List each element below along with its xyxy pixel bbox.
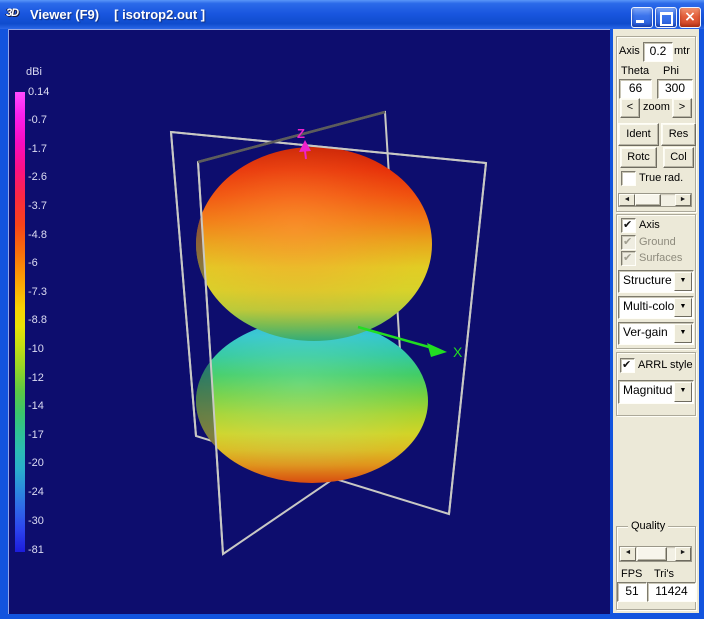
quality-slider-thumb[interactable] — [637, 547, 667, 561]
tick-label: -81 — [28, 544, 44, 556]
arrl-style-label: ARRL style — [638, 359, 693, 371]
fps-label: FPS — [621, 568, 642, 580]
quality-slider[interactable]: ◄ ► — [619, 546, 692, 562]
color-scale-unit: dBi — [26, 66, 42, 78]
tick-label: -2.6 — [28, 171, 47, 183]
zoom-label: zoom — [643, 101, 670, 113]
arrl-style-checkbox[interactable]: ✔ — [620, 358, 635, 373]
check-icon: ✔ — [623, 251, 632, 264]
control-panel: Axis 0.2 mtr Theta Phi 66 300 < zoom > I… — [613, 29, 699, 613]
chevron-down-icon[interactable]: ▼ — [674, 272, 692, 291]
ground-checkbox[interactable]: ✔ — [621, 235, 636, 250]
phi-field[interactable]: 300 — [657, 79, 693, 99]
chevron-down-icon[interactable]: ▼ — [674, 298, 692, 317]
maximize-icon — [660, 12, 673, 26]
tick-label: -3.7 — [28, 200, 47, 212]
tick-label: -7.3 — [28, 286, 47, 298]
surfaces-checkbox[interactable]: ✔ — [621, 251, 636, 266]
tick-label: 0.14 — [28, 86, 49, 98]
tick-label: -6 — [28, 257, 38, 269]
tris-label: Tri's — [654, 568, 674, 580]
check-icon: ✔ — [622, 358, 631, 371]
res-button[interactable]: Res — [661, 123, 696, 146]
chevron-down-icon[interactable]: ▼ — [674, 324, 692, 343]
axis-unit-label: mtr — [674, 45, 690, 57]
tris-value-field: 11424 — [647, 582, 696, 602]
slider-right-arrow-icon[interactable]: ► — [675, 547, 691, 561]
quality-label: Quality — [628, 520, 668, 532]
tick-label: -1.7 — [28, 143, 47, 155]
theta-label: Theta — [621, 65, 649, 77]
fps-value-field: 51 — [617, 582, 647, 602]
axis-length-label: Axis — [619, 45, 640, 57]
slider-right-arrow-icon[interactable]: ► — [675, 194, 691, 206]
structure-dropdown[interactable]: Structure ▼ — [618, 270, 694, 293]
close-button[interactable]: × — [679, 7, 701, 28]
structure-dropdown-value: Structure — [623, 273, 672, 287]
axis-checkbox-label: Axis — [639, 219, 660, 231]
zoom-in-button[interactable]: > — [672, 98, 692, 118]
z-axis-label: Z — [297, 126, 305, 141]
gain-mode-dropdown[interactable]: Ver-gain ▼ — [618, 322, 694, 345]
lower-lobe-highlight — [196, 319, 428, 483]
x-axis-label: X — [453, 344, 463, 360]
tick-label: -20 — [28, 457, 44, 469]
tick-label: -14 — [28, 400, 44, 412]
surfaces-checkbox-label: Surfaces — [639, 252, 682, 264]
maximize-button[interactable] — [655, 7, 677, 28]
slider-left-arrow-icon[interactable]: ◄ — [620, 547, 636, 561]
tick-label: -4.8 — [28, 229, 47, 241]
zoom-out-button[interactable]: < — [620, 98, 640, 118]
tick-label: -12 — [28, 372, 44, 384]
color-scale-bar — [15, 92, 25, 552]
magnitude-dropdown[interactable]: Magnitud ▼ — [618, 380, 694, 404]
magnitude-dropdown-value: Magnitud — [623, 383, 672, 397]
color-mode-dropdown[interactable]: Multi-colo ▼ — [618, 296, 694, 319]
viewer-window: { "window": { "icon_label": "3D", "title… — [0, 0, 704, 619]
rad-slider[interactable]: ◄ ► — [618, 193, 692, 207]
rad-slider-thumb[interactable] — [635, 194, 661, 206]
tick-label: -8.8 — [28, 314, 47, 326]
slider-left-arrow-icon[interactable]: ◄ — [619, 194, 635, 206]
ident-button[interactable]: Ident — [618, 123, 659, 146]
upper-lobe-highlight — [196, 147, 432, 341]
chevron-down-icon[interactable]: ▼ — [674, 382, 692, 402]
phi-label: Phi — [663, 65, 679, 77]
app-icon: 3D — [6, 7, 24, 23]
axis-checkbox[interactable]: ✔ — [621, 218, 636, 233]
col-button[interactable]: Col — [663, 147, 694, 168]
tick-label: -10 — [28, 343, 44, 355]
minimize-icon — [636, 20, 644, 23]
radiation-pattern-scene: dBi 0.14 -0.7 -1.7 -2.6 -3.7 -4.8 -6 -7.… — [9, 30, 610, 614]
check-icon: ✔ — [623, 235, 632, 248]
gain-mode-dropdown-value: Ver-gain — [623, 325, 668, 339]
tick-label: -24 — [28, 486, 44, 498]
tick-label: -30 — [28, 515, 44, 527]
check-icon: ✔ — [623, 218, 632, 231]
window-title-file: [ isotrop2.out ] — [114, 7, 205, 22]
theta-field[interactable]: 66 — [619, 79, 652, 99]
window-title: Viewer (F9) — [30, 7, 99, 22]
rotc-button[interactable]: Rotc — [620, 147, 657, 168]
axis-length-field[interactable]: 0.2 — [643, 42, 673, 62]
ground-checkbox-label: Ground — [639, 236, 676, 248]
title-bar[interactable]: 3D Viewer (F9) [ isotrop2.out ] × — [0, 0, 704, 29]
tick-label: -0.7 — [28, 114, 47, 126]
tick-label: -17 — [28, 429, 44, 441]
viewport-3d[interactable]: dBi 0.14 -0.7 -1.7 -2.6 -3.7 -4.8 -6 -7.… — [8, 29, 610, 614]
true-rad-checkbox[interactable] — [621, 171, 636, 186]
close-icon: × — [680, 8, 700, 27]
true-rad-label: True rad. — [639, 172, 683, 184]
minimize-button[interactable] — [631, 7, 653, 28]
color-mode-dropdown-value: Multi-colo — [623, 299, 674, 313]
window-controls: × — [631, 7, 701, 28]
